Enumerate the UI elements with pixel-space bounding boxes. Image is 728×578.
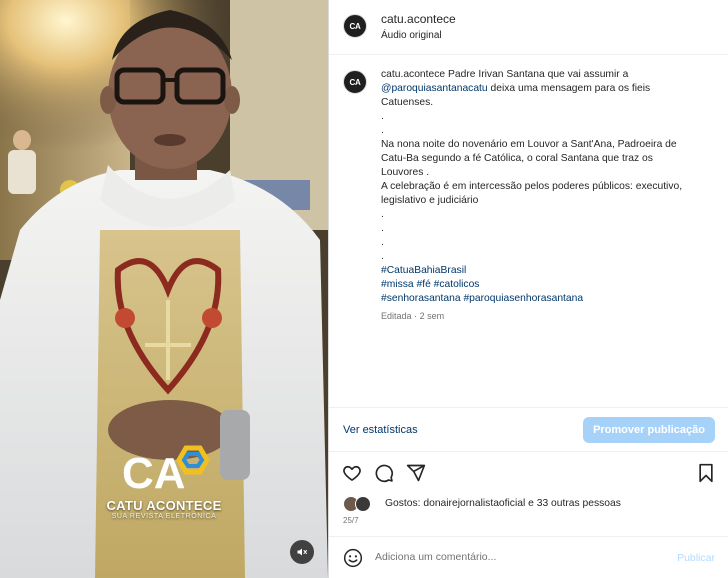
caption-mention-rest: deixa uma mensagem para os fieis	[490, 83, 651, 94]
post-caption: CA catu.acontece Padre Irivan Santana qu…	[329, 56, 728, 408]
caption-first-text: Padre Irivan Santana que vai assumir a	[448, 69, 629, 80]
mute-toggle-button[interactable]	[290, 540, 314, 564]
watermark-catu-acontece: CA CATU ACONTECE SUA REVISTA ELETRÔNICA	[84, 444, 244, 520]
hashtag-link[interactable]: #CatuaBahiaBrasil	[381, 264, 721, 278]
caption-meta: Editada · 2 sem	[381, 309, 721, 323]
caption-dot: .	[381, 237, 384, 248]
caption-line: Louvores .	[381, 167, 430, 178]
post-date[interactable]: 25/7	[343, 516, 359, 525]
caption-dot: .	[381, 111, 384, 122]
post-media-video[interactable]: CA CATU ACONTECE SUA REVISTA ELETRÔNICA	[0, 0, 328, 578]
comment-input[interactable]	[375, 551, 635, 563]
caption-line: legislativo e judiciário	[381, 195, 479, 206]
comment-button[interactable]	[373, 462, 395, 484]
caption-dot: .	[381, 223, 384, 234]
post-age: 2 sem	[419, 311, 445, 321]
caption-text: catu.acontece Padre Irivan Santana que v…	[381, 68, 721, 323]
hashtag-link[interactable]: #senhorasantana #paroquiasenhorasantana	[381, 292, 721, 306]
caption-line: Catu-Ba segundo a fé Católica, o coral S…	[381, 153, 653, 164]
caption-dot: .	[381, 125, 384, 136]
meta-separator: ·	[414, 311, 418, 321]
share-icon	[406, 464, 426, 482]
share-button[interactable]	[405, 462, 427, 484]
brand-tagline: SUA REVISTA ELETRÔNICA	[111, 513, 217, 520]
emoji-icon[interactable]	[343, 548, 363, 568]
edited-label: Editada	[381, 311, 412, 321]
likes-prefix: Gostos:	[385, 498, 421, 509]
caption-dot: .	[381, 209, 384, 220]
mention-link[interactable]: @paroquiasantanacatu	[381, 83, 488, 94]
likes-summary: Gostos: donairejornalistaoficial e 33 ou…	[343, 496, 723, 514]
heart-icon	[343, 465, 361, 481]
publish-comment-button[interactable]: Publicar	[677, 552, 715, 564]
promote-post-button[interactable]: Promover publicação	[583, 417, 715, 443]
liker-username-link[interactable]: donairejornalistaoficial	[423, 498, 525, 509]
save-icon	[699, 463, 713, 483]
see-insights-link[interactable]: Ver estatísticas	[343, 424, 418, 436]
caption-line: Na nona noite do novenário em Louvor a S…	[381, 139, 677, 150]
caption-line: A celebração é em intercessão pelos pode…	[381, 181, 683, 192]
likes-text: Gostos: donairejornalistaoficial e 33 ou…	[385, 498, 621, 509]
save-button[interactable]	[695, 462, 717, 484]
post-header: CA catu.acontece Áudio original	[329, 0, 728, 55]
caption-avatar[interactable]: CA	[343, 70, 367, 94]
speaker-muted-icon	[297, 548, 307, 556]
like-button[interactable]	[341, 462, 363, 484]
avatar[interactable]: CA	[343, 14, 367, 38]
original-audio-link[interactable]: Áudio original	[381, 30, 442, 41]
catu-acontece-logo: CA	[122, 445, 210, 496]
brand-name: CATU ACONTECE	[106, 498, 222, 513]
post-actions-bar	[329, 456, 728, 492]
caption-dot: .	[381, 251, 384, 262]
liker-avatar[interactable]	[355, 496, 371, 512]
insights-row: Ver estatísticas Promover publicação	[329, 408, 728, 452]
add-comment-row: Publicar	[329, 536, 728, 578]
svg-text:CA: CA	[122, 449, 186, 496]
post-username-link[interactable]: catu.acontece	[381, 12, 456, 26]
hashtag-link[interactable]: #missa #fé #catolicos	[381, 278, 721, 292]
post-detail-panel: CA catu.acontece Áudio original CA catu.…	[328, 0, 728, 578]
caption-line: Catuenses.	[381, 97, 434, 108]
comment-icon	[375, 464, 394, 483]
caption-username-link[interactable]: catu.acontece	[381, 69, 445, 80]
likes-others-link[interactable]: e 33 outras pessoas	[528, 498, 621, 509]
